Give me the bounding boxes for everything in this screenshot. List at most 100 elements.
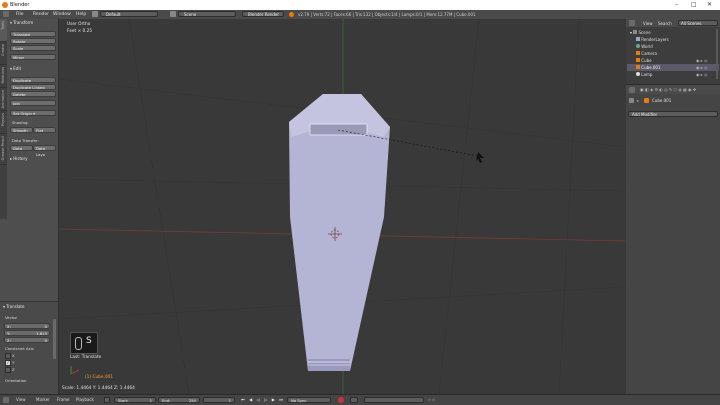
history-panel-header[interactable]: ▸ History — [10, 156, 28, 161]
blender-logo-icon — [2, 2, 8, 8]
tab-tools[interactable]: Tools — [0, 19, 7, 42]
timeline-menu-view[interactable]: View — [16, 397, 26, 402]
tool-shelf-tabs: Tools Create Relations Animation Physics… — [0, 19, 7, 219]
use-preview-range-icon[interactable] — [104, 397, 110, 403]
constraint-y-checkbox[interactable]: ✓ — [5, 360, 11, 366]
outliner-item-renderlayers[interactable]: RenderLayers — [636, 37, 669, 42]
last-operation-label: Last: Translate — [70, 355, 102, 360]
timeline-menu-frame[interactable]: Frame — [57, 397, 69, 402]
visibility-eye-icon[interactable]: ◉ ▸ ◎ — [696, 72, 708, 77]
translate-button[interactable]: Translate — [10, 31, 56, 37]
outliner-search-menu[interactable]: Search — [658, 21, 672, 26]
timeline-editor-icon[interactable] — [3, 397, 9, 403]
record-button[interactable] — [338, 397, 344, 403]
menu-file[interactable]: File — [16, 12, 24, 17]
outliner-item-cube[interactable]: Cube — [636, 58, 652, 63]
constraint-z-checkbox[interactable] — [5, 367, 11, 373]
constraint-axis-label: Constraint Axis — [5, 346, 34, 351]
tab-create[interactable]: Create — [0, 42, 7, 65]
render-engine-dropdown[interactable]: Blender Render — [242, 11, 284, 17]
close-button[interactable]: ✕ — [707, 1, 712, 8]
set-origin-dropdown[interactable]: Set Origin ▾ — [10, 110, 56, 116]
end-frame-field[interactable]: End: 250 — [158, 396, 200, 403]
tab-physics[interactable]: Physics — [0, 111, 7, 134]
transform-panel-header[interactable]: ▾ Transform — [10, 20, 33, 25]
viewport-canvas[interactable] — [59, 19, 625, 394]
outliner-display-dropdown[interactable]: All Scenes — [678, 20, 718, 26]
layout-icon — [92, 11, 98, 17]
outliner-editor-icon[interactable] — [629, 20, 635, 26]
outliner-item-scene[interactable]: ▾ Scene — [630, 30, 651, 35]
menu-render[interactable]: Render — [33, 12, 49, 17]
tab-animation[interactable]: Animation — [0, 88, 7, 111]
join-button[interactable]: Join — [10, 100, 56, 106]
delete-button[interactable]: Delete — [10, 91, 56, 97]
outliner-view-menu[interactable]: View — [643, 21, 653, 26]
playback-controls[interactable]: ⏮ ◀ ◁ ▷ ▶ ⏭ — [241, 397, 284, 402]
shading-label: Shading: — [12, 120, 29, 125]
object-label: (1) Cube.001 — [85, 375, 114, 380]
transform-status-line: Scale: 1.4464 Y: 1.4464 Z: 1.4464 — [62, 386, 135, 391]
vector-label: Vector — [5, 315, 18, 320]
3d-viewport[interactable]: User Ortho Feet × 0.25 S Last: Translate… — [59, 19, 625, 394]
properties-editor: ▣ ◧ ◈ ⚙ ◐ ◎ ✎ ⬡ ◍ ▦ ◉ ❖ ▸ Cube.001 Add M… — [626, 85, 720, 394]
rotate-button[interactable]: Rotate — [10, 38, 56, 44]
mesh-cube001[interactable] — [289, 94, 390, 371]
minimize-button[interactable]: – — [675, 1, 678, 8]
mirror-button[interactable]: Mirror — [10, 54, 56, 60]
window-titlebar: Blender – □ ✕ — [0, 0, 720, 10]
constraint-x-checkbox[interactable] — [5, 353, 11, 359]
vector-z-field[interactable]: Z: 0 — [4, 337, 50, 343]
operator-panel-header[interactable]: ▾ Translate — [3, 304, 24, 309]
outliner-item-world[interactable]: World — [636, 44, 653, 49]
axis-gizmo-icon — [70, 366, 80, 375]
viewport-info-line: Feet × 0.25 — [67, 29, 93, 34]
editor-type-icon[interactable] — [3, 11, 9, 17]
keying-set-field[interactable] — [364, 396, 424, 403]
outliner-item-lamp[interactable]: Lamp — [636, 72, 652, 77]
visibility-eye-icon[interactable]: ◉ ▸ ◎ — [696, 65, 708, 70]
smooth-button[interactable]: Smooth — [10, 127, 33, 133]
start-frame-field[interactable]: Start: 1 — [114, 396, 156, 403]
sync-mode-dropdown[interactable]: No Sync — [287, 396, 331, 403]
edit-panel-header[interactable]: ▾ Edit — [10, 66, 21, 71]
data-transfer-label: Data Transfer: — [12, 138, 39, 143]
keying-set-icon[interactable] — [350, 396, 358, 403]
add-modifier-dropdown[interactable]: Add Modifier — [628, 111, 718, 117]
mouse-cursor-icon — [476, 152, 484, 163]
blender-icon — [289, 11, 294, 17]
visibility-eye-icon[interactable]: ◉ ▸ ◎ — [696, 58, 708, 63]
scale-button[interactable]: Scale — [10, 45, 56, 51]
keyframe-icons[interactable]: ⬦ ⬦ — [428, 397, 435, 402]
outliner-item-cube001[interactable]: Cube.001 — [636, 65, 661, 70]
keystroke-overlay: S — [70, 332, 98, 354]
outliner-scrollbar[interactable] — [716, 29, 718, 79]
menu-window[interactable]: Window — [53, 12, 71, 17]
tab-grease-pencil[interactable]: Grease Pencil — [0, 134, 7, 165]
maximize-button[interactable]: □ — [691, 1, 697, 8]
scene-stats: v2.79 | Verts:72 | Faces:66 | Tris:132 |… — [298, 11, 476, 17]
duplicate-button[interactable]: Duplicate — [10, 77, 56, 83]
data-layout-button[interactable]: Data Layo — [33, 145, 56, 157]
properties-editor-icon[interactable] — [629, 86, 635, 93]
operator-panel-scrollbar[interactable] — [53, 319, 56, 359]
tab-relations[interactable]: Relations — [0, 65, 7, 88]
data-button[interactable]: Data — [10, 145, 33, 151]
vector-y-field[interactable]: Y: 1.615 — [4, 330, 50, 336]
timeline-menu-marker[interactable]: Marker — [36, 397, 50, 402]
outliner-item-camera[interactable]: Camera — [636, 51, 657, 56]
scene-dropdown[interactable]: Scene — [178, 11, 236, 17]
timeline-header: View Marker Frame Playback Start: 1 End: 2… — [0, 394, 720, 405]
selected-face[interactable] — [309, 123, 368, 136]
menu-help[interactable]: Help — [76, 12, 86, 17]
constraint-z-label: Z — [12, 367, 15, 372]
current-frame-field[interactable]: 1 — [203, 396, 235, 403]
timeline-menu-playback[interactable]: Playback — [76, 397, 94, 402]
vector-x-field[interactable]: X: 0 — [4, 323, 50, 329]
duplicate-linked-button[interactable]: Duplicate Linked — [10, 84, 56, 90]
layout-dropdown[interactable]: Default — [100, 11, 158, 17]
view-name-label: User Ortho — [67, 22, 91, 27]
properties-context-tabs[interactable]: ▣ ◧ ◈ ⚙ ◐ ◎ ✎ ⬡ ◍ ▦ ◉ ❖ — [640, 87, 696, 92]
flat-button[interactable]: Flat — [33, 127, 56, 133]
properties-breadcrumb: Cube.001 — [652, 98, 672, 103]
